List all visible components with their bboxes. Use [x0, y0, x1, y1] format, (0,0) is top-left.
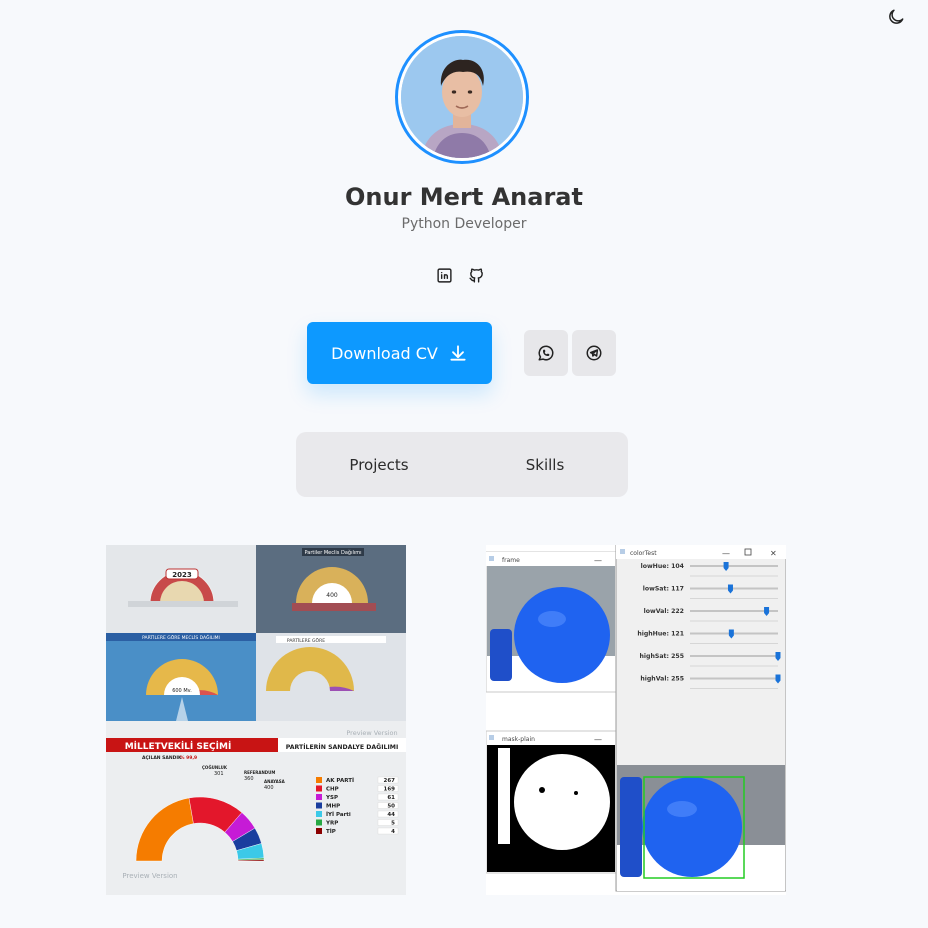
linkedin-icon — [436, 267, 452, 283]
legend-seats-0: 267 — [384, 778, 396, 784]
subheader-value: % 99,9 — [180, 755, 197, 761]
legend-swatch-3 — [316, 802, 322, 809]
whatsapp-button[interactable] — [524, 330, 568, 376]
top-right-title: Partiler Meclis Dağılımı — [305, 549, 362, 556]
colortest-minimize-icon[interactable]: — — [722, 549, 730, 558]
avatar — [395, 30, 529, 164]
slider-label-0: lowHue: 104 — [641, 563, 685, 570]
threshold-label-1: REFERANDUM — [244, 770, 275, 775]
tab-projects[interactable]: Projects — [296, 456, 462, 474]
banner-right: PARTİLERİN SANDALYE DAĞILIMI — [286, 742, 399, 751]
legend-party-2: YSP — [325, 795, 338, 801]
legend-seats-5: 5 — [391, 821, 395, 827]
legend-party-5: YRP — [325, 821, 338, 827]
legend-seats-6: 4 — [391, 829, 395, 835]
mid-right-title: PARTİLERE GÖRE — [287, 637, 325, 644]
threshold-value-0: 301 — [214, 771, 224, 777]
github-link[interactable] — [467, 266, 485, 284]
banner-left: MİLLETVEKİLİ SEÇİMİ — [125, 741, 232, 752]
slider-label-5: highVal: 255 — [640, 676, 684, 683]
legend-swatch-5 — [316, 819, 322, 826]
legend-swatch-1 — [316, 785, 322, 792]
colortest-close-icon[interactable]: ✕ — [770, 549, 777, 558]
download-cv-button[interactable]: Download CV — [307, 322, 492, 384]
legend-seat-box-6 — [377, 827, 399, 835]
legend-seats-4: 44 — [387, 812, 395, 818]
legend-swatch-0 — [316, 777, 322, 783]
legend-party-1: CHP — [326, 787, 339, 793]
legend-swatch-6 — [316, 828, 322, 834]
telegram-button[interactable] — [572, 330, 616, 376]
moon-icon — [889, 9, 904, 24]
whatsapp-icon — [538, 345, 554, 361]
legend-party-4: İYİ Parti — [326, 811, 351, 818]
mid-left-center: 600 Mv. — [172, 688, 192, 694]
preview-watermark-bottom: Preview Version — [122, 872, 177, 880]
election-year-text: 2023 — [172, 571, 192, 579]
legend-seats-2: 61 — [387, 795, 395, 801]
mid-left-title: PARTİLERE GÖRE MECLİS DAĞILIMI — [142, 634, 220, 641]
profile-role: Python Developer — [401, 216, 527, 232]
frame-window-title: frame — [502, 557, 520, 564]
top-right-center: 400 — [326, 592, 338, 599]
legend-swatch-2 — [316, 794, 322, 800]
project-card-election[interactable]: 2023 Partiler Meclis Dağılımı 400 PARTİL… — [106, 545, 406, 895]
subheader-label: AÇILAN SANDIK — [142, 755, 182, 761]
theme-toggle-button[interactable] — [884, 5, 908, 29]
github-icon — [468, 267, 483, 283]
threshold-value-1: 360 — [244, 776, 254, 782]
legend-seat-box-5 — [377, 819, 399, 826]
colortest-window-title: colorTest — [630, 550, 657, 557]
linkedin-link[interactable] — [435, 266, 453, 284]
avatar-photo — [401, 36, 523, 158]
legend-seats-3: 50 — [387, 804, 395, 810]
download-cv-label: Download CV — [331, 343, 438, 363]
profile-name: Onur Mert Anarat — [345, 183, 583, 211]
threshold-label-2: ANAYASA — [264, 779, 286, 784]
download-icon — [450, 345, 466, 361]
tab-skills[interactable]: Skills — [462, 456, 628, 474]
slider-label-1: lowSat: 117 — [643, 586, 684, 593]
section-tabs: Projects Skills — [296, 432, 628, 497]
preview-watermark-top: Preview Version — [346, 729, 397, 737]
project-card-color-detection[interactable]: frame — mask-plain — colorTest — ✕ lowHu… — [486, 545, 786, 895]
threshold-label-0: ÇOĞUNLUK — [202, 765, 228, 770]
social-links — [435, 264, 491, 286]
slider-label-2: lowVal: 222 — [644, 608, 684, 615]
legend-seats-1: 169 — [384, 787, 396, 793]
mask-window-title: mask-plain — [502, 736, 535, 743]
mask-minimize-icon: — — [594, 735, 602, 744]
slider-label-3: highHue: 121 — [637, 631, 684, 638]
slider-label-4: highSat: 255 — [640, 653, 685, 660]
threshold-value-2: 400 — [264, 785, 274, 791]
legend-swatch-4 — [316, 811, 322, 817]
frame-minimize-icon: — — [594, 556, 602, 565]
legend-party-0: AK PARTİ — [326, 777, 354, 784]
legend-party-3: MHP — [326, 804, 340, 810]
telegram-icon — [586, 345, 602, 361]
legend-party-6: TİP — [326, 828, 336, 835]
